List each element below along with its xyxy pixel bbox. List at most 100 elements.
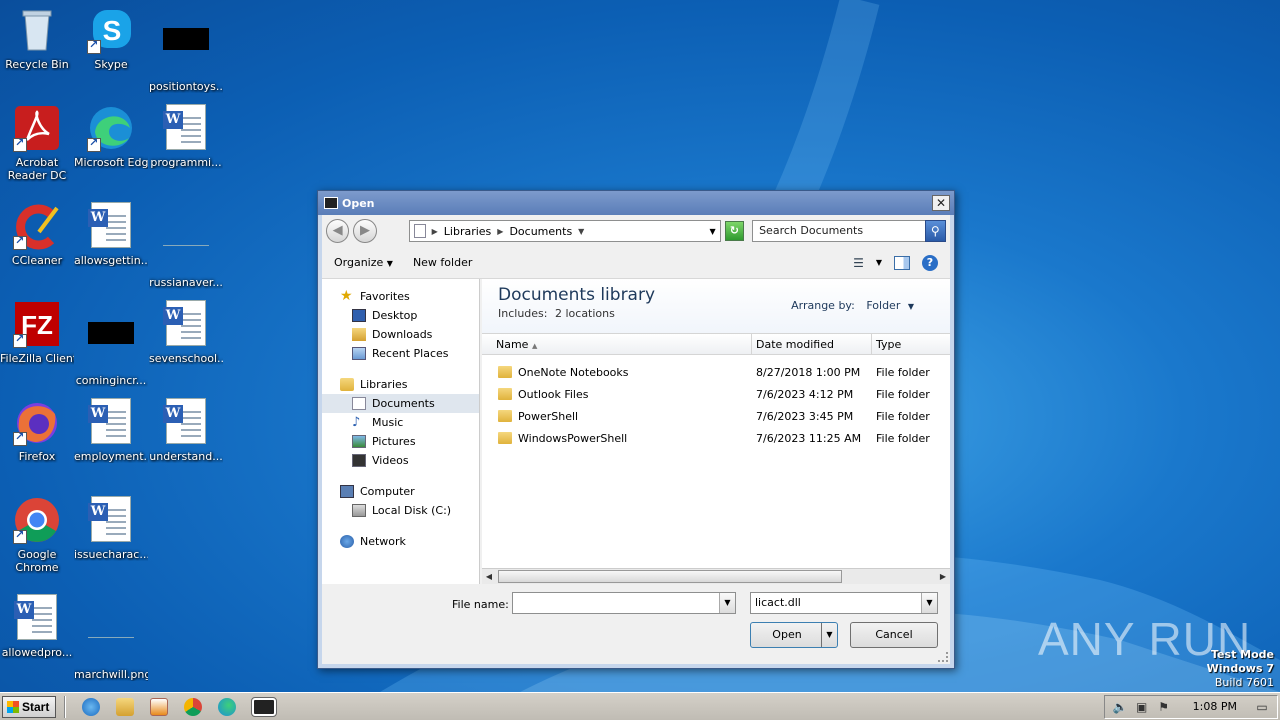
- desktop-icon-sevenschool[interactable]: W sevenschool...: [149, 300, 223, 365]
- nav-favorites[interactable]: ★ Favorites: [322, 287, 479, 306]
- column-date-modified[interactable]: Date modified: [752, 334, 872, 354]
- nav-computer[interactable]: Computer: [322, 482, 479, 501]
- desktop-icon-allowedpro[interactable]: W allowedpro...: [0, 594, 74, 659]
- desktop-icon-recycle-bin[interactable]: Recycle Bin: [0, 6, 74, 71]
- views-dropdown-icon[interactable]: ▼: [876, 258, 882, 267]
- desktop-icon-label: allowedpro...: [1, 646, 73, 659]
- dialog-titlebar[interactable]: Open: [318, 191, 954, 215]
- organize-button[interactable]: Organize ▼: [334, 256, 393, 269]
- acrobat-icon: [13, 104, 61, 152]
- nav-pictures[interactable]: Pictures: [322, 432, 479, 451]
- preview-pane-icon[interactable]: [894, 255, 910, 270]
- nav-label: Documents: [372, 397, 435, 410]
- file-type-filter[interactable]: licact.dll ▼: [750, 592, 938, 614]
- skype-icon: S: [87, 6, 135, 54]
- scrollbar-thumb[interactable]: [498, 570, 842, 583]
- desktop-icon-employment[interactable]: W employment...: [74, 398, 148, 463]
- desktop-icon-label: positiontoys...: [149, 80, 223, 93]
- edge-taskbar-icon[interactable]: [218, 697, 237, 716]
- desktop-icon-programmi[interactable]: W programmi...: [149, 104, 223, 169]
- arrange-by-dropdown[interactable]: Folder ▼: [866, 299, 914, 312]
- scroll-right-icon[interactable]: ▶: [936, 570, 950, 583]
- nav-recent-places[interactable]: Recent Places: [322, 344, 479, 363]
- file-type-dropdown-icon[interactable]: ▼: [921, 593, 937, 613]
- desktop-icon-label: Firefox: [18, 450, 56, 463]
- resize-grip[interactable]: [938, 652, 948, 662]
- open-button[interactable]: Open ▼: [750, 622, 838, 648]
- desktop-icon-russianaver[interactable]: russianaver...: [149, 202, 223, 289]
- views-icon[interactable]: ☰: [853, 256, 864, 270]
- dialog-title: Open: [342, 196, 375, 210]
- forward-button[interactable]: ▶: [353, 219, 377, 243]
- desktop-icon-issuecharac[interactable]: W issuecharac...: [74, 496, 148, 561]
- explorer-folder-icon[interactable]: [116, 697, 135, 716]
- documents-icon: [352, 397, 366, 410]
- folder-icon: [498, 366, 512, 378]
- open-split-dropdown-icon[interactable]: ▼: [821, 623, 837, 647]
- back-button[interactable]: ◀: [326, 219, 350, 243]
- nav-documents[interactable]: Documents: [322, 394, 479, 413]
- volume-icon[interactable]: 🔈: [1113, 700, 1128, 714]
- file-row[interactable]: OneNote Notebooks 8/27/2018 1:00 PM File f…: [482, 361, 950, 383]
- new-folder-button[interactable]: New folder: [413, 256, 472, 269]
- start-button[interactable]: Start: [2, 695, 57, 718]
- desktop-icon-acrobat[interactable]: Acrobat Reader DC: [0, 104, 74, 182]
- active-app-taskbar-icon[interactable]: [251, 696, 278, 717]
- desktop-icon-filezilla[interactable]: FZ FileZilla Client: [0, 300, 74, 365]
- desktop-icon-comingincr[interactable]: comingincr...: [74, 300, 148, 387]
- desktop-icon-chrome[interactable]: Google Chrome: [0, 496, 74, 574]
- clock[interactable]: 1:08 PM: [1193, 700, 1237, 713]
- nav-network[interactable]: Network: [322, 532, 479, 551]
- scroll-left-icon[interactable]: ◀: [482, 570, 496, 583]
- column-type[interactable]: Type: [872, 334, 901, 354]
- desktop-icon-ccleaner[interactable]: CCleaner: [0, 202, 74, 267]
- chrome-taskbar-icon[interactable]: [184, 697, 203, 716]
- nav-libraries[interactable]: Libraries: [322, 375, 479, 394]
- test-mode-line1: Test Mode: [1211, 648, 1274, 661]
- desktop-icon-marchwill[interactable]: marchwill.png: [74, 594, 148, 681]
- nav-music[interactable]: ♪ Music: [322, 413, 479, 432]
- media-player-icon[interactable]: [150, 697, 169, 716]
- file-row[interactable]: PowerShell 7/6/2023 3:45 PM File folder: [482, 405, 950, 427]
- desktop-icon-label: FileZilla Client: [0, 352, 74, 365]
- breadcrumb-documents[interactable]: Documents: [509, 225, 572, 238]
- desktop-icon-firefox[interactable]: Firefox: [0, 398, 74, 463]
- help-icon[interactable]: ?: [922, 254, 938, 271]
- file-name-input[interactable]: ▼: [512, 592, 736, 614]
- column-name[interactable]: Name ▲: [482, 334, 752, 354]
- search-input[interactable]: Search Documents: [752, 220, 927, 242]
- nav-desktop[interactable]: Desktop: [322, 306, 479, 325]
- edge-icon: [87, 104, 135, 152]
- nav-label: Network: [360, 535, 406, 548]
- file-row[interactable]: Outlook Files 7/6/2023 4:12 PM File folder: [482, 383, 950, 405]
- word-document-icon: W: [13, 594, 61, 642]
- horizontal-scrollbar[interactable]: ◀ ▶: [482, 568, 950, 584]
- address-dropdown-icon[interactable]: ▼: [709, 227, 715, 236]
- includes-locations-link[interactable]: 2 locations: [555, 307, 615, 320]
- internet-explorer-icon[interactable]: [82, 697, 101, 716]
- close-button[interactable]: ✕: [932, 195, 950, 211]
- nav-local-disk[interactable]: Local Disk (C:): [322, 501, 479, 520]
- includes-label: Includes:: [498, 307, 548, 320]
- cancel-button[interactable]: Cancel: [850, 622, 938, 648]
- file-row[interactable]: WindowsPowerShell 7/6/2023 11:25 AM File f…: [482, 427, 950, 449]
- star-icon: ★: [340, 288, 353, 304]
- file-name-dropdown-icon[interactable]: ▼: [719, 593, 735, 613]
- desktop-icon-positiontoys[interactable]: positiontoys...: [149, 6, 223, 93]
- taskbar: Start 🔈 ▣ ⚑ 1:08 PM ▭: [0, 692, 1280, 720]
- nav-downloads[interactable]: Downloads: [322, 325, 479, 344]
- search-icon[interactable]: ⚲: [924, 220, 947, 242]
- nav-videos[interactable]: Videos: [322, 451, 479, 470]
- refresh-button[interactable]: ↻: [724, 221, 745, 241]
- show-desktop-icon[interactable]: ▭: [1255, 700, 1269, 714]
- address-bar[interactable]: ▶ Libraries ▶ Documents ▼ ▼: [408, 220, 721, 242]
- desktop-icon-skype[interactable]: S Skype: [74, 6, 148, 71]
- network-tray-icon[interactable]: ▣: [1135, 700, 1149, 714]
- desktop-icon-allowsgettin[interactable]: W allowsgettin...: [74, 202, 148, 267]
- file-type-filter-value: licact.dll: [755, 596, 801, 609]
- desktop-icon-edge[interactable]: Microsoft Edge: [74, 104, 148, 169]
- nav-label: Local Disk (C:): [372, 504, 452, 517]
- desktop-icon-understand[interactable]: W understand...: [149, 398, 223, 463]
- action-center-flag-icon[interactable]: ⚑: [1157, 700, 1171, 714]
- breadcrumb-libraries[interactable]: Libraries: [444, 225, 492, 238]
